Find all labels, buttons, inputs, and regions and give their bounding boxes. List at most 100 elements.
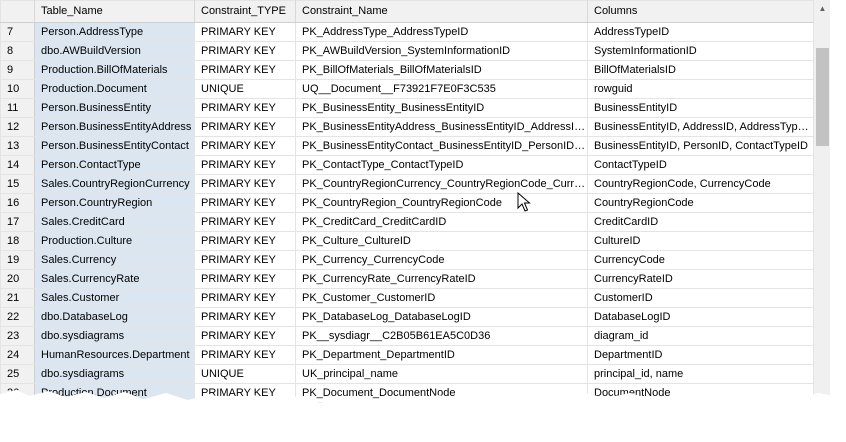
constraint-type-cell[interactable]: UNIQUE <box>194 79 296 99</box>
table-name-cell[interactable]: HumanResources.Department <box>34 345 195 365</box>
constraint-name-cell[interactable]: PK_AWBuildVersion_SystemInformationID <box>295 41 588 61</box>
constraint-name-cell[interactable]: PK_BusinessEntity_BusinessEntityID <box>295 98 588 118</box>
constraint-type-cell[interactable]: PRIMARY KEY <box>194 98 296 118</box>
row-number-cell[interactable]: 10 <box>0 79 35 99</box>
row-number-cell[interactable]: 16 <box>0 193 35 213</box>
table-row[interactable]: 8 dbo.AWBuildVersion PRIMARY KEY PK_AWBuild… <box>0 41 814 61</box>
columns-cell[interactable]: SystemInformationID <box>587 41 814 61</box>
constraint-name-cell[interactable]: PK_BusinessEntityContact_BusinessEntityI… <box>295 136 588 156</box>
constraint-type-cell[interactable]: PRIMARY KEY <box>194 193 296 213</box>
table-row[interactable]: 14 Person.ContactType PRIMARY KEY PK_Contac… <box>0 155 814 175</box>
column-header[interactable]: Columns <box>587 0 814 23</box>
constraint-name-cell[interactable]: PK_Currency_CurrencyCode <box>295 250 588 270</box>
column-header[interactable]: Constraint_TYPE <box>194 0 296 23</box>
columns-cell[interactable]: CreditCardID <box>587 212 814 232</box>
table-name-cell[interactable]: dbo.DatabaseLog <box>34 307 195 327</box>
table-name-cell[interactable]: Production.Document <box>34 79 195 99</box>
row-number-cell[interactable]: 8 <box>0 41 35 61</box>
constraint-name-cell[interactable]: PK_CountryRegionCurrency_CountryRegionCo… <box>295 174 588 194</box>
chevron-up-icon[interactable]: ▲ <box>814 0 830 17</box>
constraint-name-cell[interactable]: PK_DatabaseLog_DatabaseLogID <box>295 307 588 327</box>
constraint-name-cell[interactable]: PK_BusinessEntityAddress_BusinessEntityI… <box>295 117 588 137</box>
table-name-cell[interactable]: Person.BusinessEntityAddress <box>34 117 195 137</box>
columns-cell[interactable]: CurrencyRateID <box>587 269 814 289</box>
table-name-cell[interactable]: dbo.sysdiagrams <box>34 326 195 346</box>
row-number-cell[interactable]: 20 <box>0 269 35 289</box>
column-header[interactable]: Constraint_Name <box>295 0 588 23</box>
columns-cell[interactable]: DatabaseLogID <box>587 307 814 327</box>
vertical-scrollbar[interactable]: ▲ <box>813 0 830 420</box>
row-number-cell[interactable]: 23 <box>0 326 35 346</box>
constraint-name-cell[interactable]: PK_CurrencyRate_CurrencyRateID <box>295 269 588 289</box>
table-row[interactable]: 22 dbo.DatabaseLog PRIMARY KEY PK_DatabaseL… <box>0 307 814 327</box>
row-number-cell[interactable]: 11 <box>0 98 35 118</box>
row-number-cell[interactable]: 12 <box>0 117 35 137</box>
table-name-cell[interactable]: Sales.Customer <box>34 288 195 308</box>
columns-cell[interactable]: BillOfMaterialsID <box>587 60 814 80</box>
table-row[interactable]: 12 Person.BusinessEntityAddress PRIMARY KE… <box>0 117 814 137</box>
results-grid[interactable]: Table_Name Constraint_TYPE Constraint_Name… <box>0 0 830 420</box>
constraint-type-cell[interactable]: PRIMARY KEY <box>194 41 296 61</box>
columns-cell[interactable]: BusinessEntityID, AddressID, AddressType… <box>587 117 814 137</box>
column-header[interactable]: Table_Name <box>34 0 195 23</box>
table-name-cell[interactable]: Person.AddressType <box>34 22 195 42</box>
table-name-cell[interactable]: Person.BusinessEntity <box>34 98 195 118</box>
columns-cell[interactable]: rowguid <box>587 79 814 99</box>
constraint-name-cell[interactable]: PK_Department_DepartmentID <box>295 345 588 365</box>
constraint-name-cell[interactable]: PK_BillOfMaterials_BillOfMaterialsID <box>295 60 588 80</box>
columns-cell[interactable]: CountryRegionCode, CurrencyCode <box>587 174 814 194</box>
columns-cell[interactable]: BusinessEntityID, PersonID, ContactTypeI… <box>587 136 814 156</box>
table-name-cell[interactable]: Sales.CurrencyRate <box>34 269 195 289</box>
constraint-type-cell[interactable]: PRIMARY KEY <box>194 231 296 251</box>
table-name-cell[interactable]: Person.ContactType <box>34 155 195 175</box>
constraint-type-cell[interactable]: PRIMARY KEY <box>194 250 296 270</box>
constraint-type-cell[interactable]: PRIMARY KEY <box>194 269 296 289</box>
table-name-cell[interactable]: dbo.AWBuildVersion <box>34 41 195 61</box>
table-row[interactable]: 23 dbo.sysdiagrams PRIMARY KEY PK__sysdiagr… <box>0 326 814 346</box>
constraint-type-cell[interactable]: PRIMARY KEY <box>194 326 296 346</box>
table-row[interactable]: 24 HumanResources.Department PRIMARY KEY PK… <box>0 345 814 365</box>
columns-cell[interactable]: DepartmentID <box>587 345 814 365</box>
row-number-cell[interactable]: 24 <box>0 345 35 365</box>
table-name-cell[interactable]: Production.Culture <box>34 231 195 251</box>
table-row[interactable]: 18 Production.Culture PRIMARY KEY PK_Cultur… <box>0 231 814 251</box>
constraint-type-cell[interactable]: PRIMARY KEY <box>194 155 296 175</box>
columns-cell[interactable]: CultureID <box>587 231 814 251</box>
table-name-cell[interactable]: Sales.CountryRegionCurrency <box>34 174 195 194</box>
constraint-type-cell[interactable]: PRIMARY KEY <box>194 174 296 194</box>
constraint-type-cell[interactable]: PRIMARY KEY <box>194 117 296 137</box>
constraint-name-cell[interactable]: PK_Customer_CustomerID <box>295 288 588 308</box>
columns-cell[interactable]: BusinessEntityID <box>587 98 814 118</box>
constraint-type-cell[interactable]: PRIMARY KEY <box>194 212 296 232</box>
table-name-cell[interactable]: Sales.CreditCard <box>34 212 195 232</box>
constraint-name-cell[interactable]: UQ__Document__F73921F7E0F3C535 <box>295 79 588 99</box>
table-row[interactable]: 19 Sales.Currency PRIMARY KEY PK_Currency_C… <box>0 250 814 270</box>
table-row[interactable]: 7 Person.AddressType PRIMARY KEY PK_Address… <box>0 22 814 42</box>
constraint-type-cell[interactable]: PRIMARY KEY <box>194 136 296 156</box>
constraint-name-cell[interactable]: PK__sysdiagr__C2B05B61EA5C0D36 <box>295 326 588 346</box>
table-row[interactable]: 16 Person.CountryRegion PRIMARY KEY PK_Coun… <box>0 193 814 213</box>
constraint-name-cell[interactable]: PK_Culture_CultureID <box>295 231 588 251</box>
constraint-type-cell[interactable]: PRIMARY KEY <box>194 288 296 308</box>
table-row[interactable]: 9 Production.BillOfMaterials PRIMARY KEY PK… <box>0 60 814 80</box>
constraint-type-cell[interactable]: PRIMARY KEY <box>194 22 296 42</box>
table-name-cell[interactable]: Sales.Currency <box>34 250 195 270</box>
columns-cell[interactable]: AddressTypeID <box>587 22 814 42</box>
row-number-cell[interactable]: 19 <box>0 250 35 270</box>
table-row[interactable]: 20 Sales.CurrencyRate PRIMARY KEY PK_Curren… <box>0 269 814 289</box>
row-number-cell[interactable]: 14 <box>0 155 35 175</box>
table-name-cell[interactable]: Person.CountryRegion <box>34 193 195 213</box>
constraint-type-cell[interactable]: PRIMARY KEY <box>194 345 296 365</box>
scroll-thumb[interactable] <box>816 48 829 146</box>
constraint-name-cell[interactable]: PK_CreditCard_CreditCardID <box>295 212 588 232</box>
row-number-cell[interactable]: 7 <box>0 22 35 42</box>
row-number-cell[interactable]: 15 <box>0 174 35 194</box>
table-row[interactable]: 13 Person.BusinessEntityContact PRIMARY KE… <box>0 136 814 156</box>
table-name-cell[interactable]: Production.BillOfMaterials <box>34 60 195 80</box>
row-number-cell[interactable]: 21 <box>0 288 35 308</box>
table-row[interactable]: 21 Sales.Customer PRIMARY KEY PK_Customer_C… <box>0 288 814 308</box>
row-number-cell[interactable]: 22 <box>0 307 35 327</box>
constraint-type-cell[interactable]: PRIMARY KEY <box>194 60 296 80</box>
table-row[interactable]: 10 Production.Document UNIQUE UQ__Document_… <box>0 79 814 99</box>
columns-cell[interactable]: CountryRegionCode <box>587 193 814 213</box>
